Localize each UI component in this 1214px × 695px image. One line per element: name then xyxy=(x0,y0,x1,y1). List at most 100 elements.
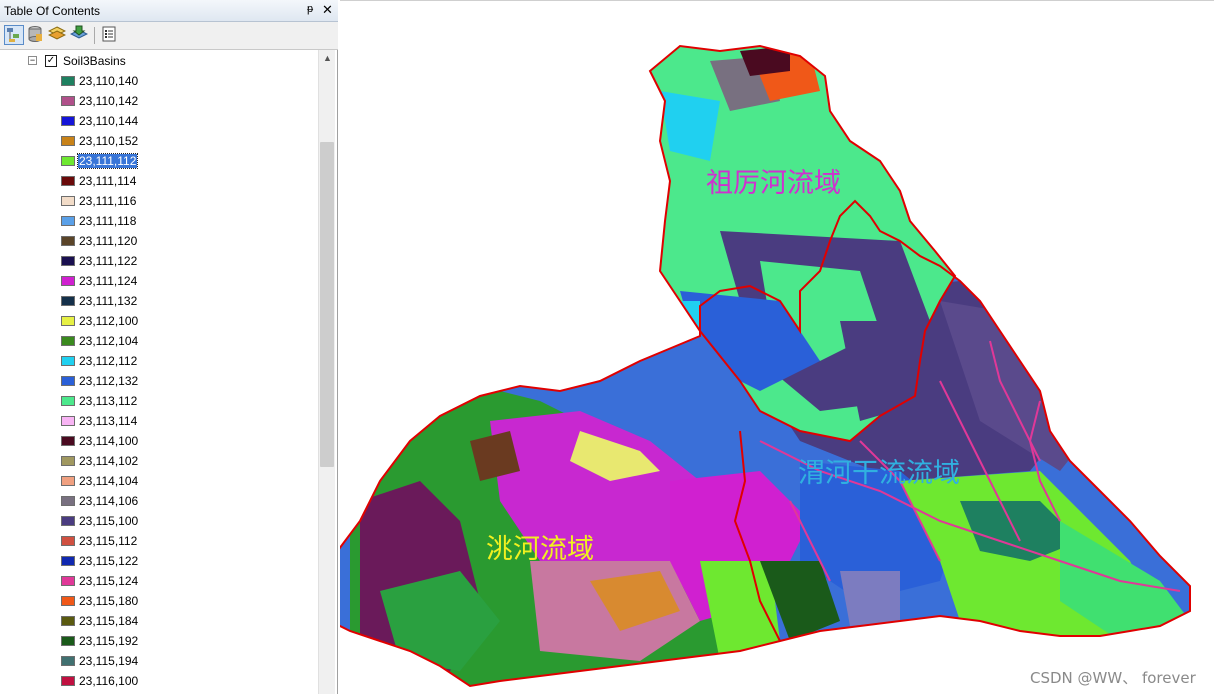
legend-item[interactable]: 23,115,100 xyxy=(0,511,318,531)
legend-swatch[interactable] xyxy=(61,376,75,386)
scroll-up-arrow-icon[interactable]: ▲ xyxy=(319,50,336,67)
legend-item[interactable]: 23,115,194 xyxy=(0,651,318,671)
legend-label[interactable]: 23,116,100 xyxy=(78,674,139,688)
legend-swatch[interactable] xyxy=(61,676,75,686)
legend-item[interactable]: 23,114,106 xyxy=(0,491,318,511)
legend-swatch[interactable] xyxy=(61,356,75,366)
layer-name[interactable]: Soil3Basins xyxy=(63,54,126,68)
legend-label[interactable]: 23,111,132 xyxy=(78,294,138,308)
legend-label[interactable]: 23,114,100 xyxy=(78,434,139,448)
legend-label[interactable]: 23,110,140 xyxy=(78,74,139,88)
scroll-thumb[interactable] xyxy=(320,142,334,467)
legend-label[interactable]: 23,110,152 xyxy=(78,134,139,148)
legend-item[interactable]: 23,112,100 xyxy=(0,311,318,331)
legend-item[interactable]: 23,111,118 xyxy=(0,211,318,231)
legend-label[interactable]: 23,111,118 xyxy=(78,214,137,228)
legend-item[interactable]: 23,115,184 xyxy=(0,611,318,631)
legend-swatch[interactable] xyxy=(61,516,75,526)
legend-item[interactable]: 23,113,112 xyxy=(0,391,318,411)
legend-swatch[interactable] xyxy=(61,276,75,286)
legend-label[interactable]: 23,114,106 xyxy=(78,494,139,508)
legend-swatch[interactable] xyxy=(61,456,75,466)
legend-item[interactable]: 23,116,100 xyxy=(0,671,318,691)
legend-label[interactable]: 23,115,112 xyxy=(78,534,138,548)
legend-label[interactable]: 23,114,102 xyxy=(78,454,139,468)
legend-swatch[interactable] xyxy=(61,536,75,546)
legend-swatch[interactable] xyxy=(61,616,75,626)
legend-label[interactable]: 23,113,112 xyxy=(78,394,138,408)
legend-item[interactable]: 23,110,152 xyxy=(0,131,318,151)
legend-swatch[interactable] xyxy=(61,496,75,506)
legend-label[interactable]: 23,111,116 xyxy=(78,194,137,208)
auto-hide-pin-icon[interactable]: ᵽ xyxy=(307,3,313,15)
legend-item[interactable]: 23,115,112 xyxy=(0,531,318,551)
legend-item[interactable]: 23,111,116 xyxy=(0,191,318,211)
legend-label[interactable]: 23,110,144 xyxy=(78,114,139,128)
legend-item[interactable]: 23,112,104 xyxy=(0,331,318,351)
legend-label[interactable]: 23,115,192 xyxy=(78,634,139,648)
list-by-drawing-order-button[interactable] xyxy=(4,25,24,45)
legend-label[interactable]: 23,115,122 xyxy=(78,554,139,568)
legend-item[interactable]: 23,110,144 xyxy=(0,111,318,131)
legend-item[interactable]: 23,110,142 xyxy=(0,91,318,111)
legend-swatch[interactable] xyxy=(61,556,75,566)
legend-swatch[interactable] xyxy=(61,76,75,86)
legend-swatch[interactable] xyxy=(61,116,75,126)
legend-item[interactable]: 23,110,140 xyxy=(0,71,318,91)
legend-label[interactable]: 23,111,122 xyxy=(78,254,138,268)
legend-swatch[interactable] xyxy=(61,476,75,486)
legend-item[interactable]: 23,113,114 xyxy=(0,411,318,431)
legend-swatch[interactable] xyxy=(61,256,75,266)
legend-item[interactable]: 23,114,104 xyxy=(0,471,318,491)
list-by-selection-button[interactable] xyxy=(69,25,90,45)
legend-swatch[interactable] xyxy=(61,636,75,646)
legend-swatch[interactable] xyxy=(61,196,75,206)
list-by-source-button[interactable] xyxy=(26,25,46,45)
layer-visibility-checkbox[interactable]: ✓ xyxy=(45,55,57,67)
legend-swatch[interactable] xyxy=(61,396,75,406)
legend-item[interactable]: 23,111,124 xyxy=(0,271,318,291)
list-by-visibility-button[interactable] xyxy=(47,25,68,45)
collapse-icon[interactable]: − xyxy=(28,56,37,65)
legend-swatch[interactable] xyxy=(61,236,75,246)
legend-label[interactable]: 23,110,142 xyxy=(78,94,139,108)
legend-label[interactable]: 23,115,100 xyxy=(78,514,139,528)
legend-item[interactable]: 23,112,112 xyxy=(0,351,318,371)
legend-swatch[interactable] xyxy=(61,416,75,426)
legend-label[interactable]: 23,111,114 xyxy=(78,174,137,188)
legend-swatch[interactable] xyxy=(61,576,75,586)
legend-item[interactable]: 23,111,132 xyxy=(0,291,318,311)
legend-label[interactable]: 23,112,132 xyxy=(78,374,139,388)
legend-swatch[interactable] xyxy=(61,176,75,186)
options-button[interactable] xyxy=(100,25,120,45)
legend-label[interactable]: 23,115,184 xyxy=(78,614,139,628)
legend-swatch[interactable] xyxy=(61,296,75,306)
legend-item[interactable]: 23,115,192 xyxy=(0,631,318,651)
legend-swatch[interactable] xyxy=(61,316,75,326)
legend-label[interactable]: 23,112,104 xyxy=(78,334,139,348)
legend-swatch[interactable] xyxy=(61,216,75,226)
legend-label[interactable]: 23,115,124 xyxy=(78,574,139,588)
legend-item[interactable]: 23,112,132 xyxy=(0,371,318,391)
close-icon[interactable]: ✕ xyxy=(322,2,333,18)
legend-label[interactable]: 23,114,104 xyxy=(78,474,139,488)
map-view[interactable]: 祖厉河流域 渭河干流流域 洮河流域 CSDN @WW、 forever xyxy=(340,0,1214,694)
legend-label[interactable]: 23,113,114 xyxy=(78,414,138,428)
legend-item[interactable]: 23,115,122 xyxy=(0,551,318,571)
legend-item[interactable]: 23,111,112 xyxy=(0,151,318,171)
legend-swatch[interactable] xyxy=(61,596,75,606)
legend-swatch[interactable] xyxy=(61,96,75,106)
legend-swatch[interactable] xyxy=(61,656,75,666)
legend-label[interactable]: 23,111,120 xyxy=(78,234,138,248)
legend-item[interactable]: 23,114,100 xyxy=(0,431,318,451)
legend-label[interactable]: 23,112,100 xyxy=(78,314,139,328)
legend-label[interactable]: 23,115,194 xyxy=(78,654,139,668)
legend-item[interactable]: 23,111,122 xyxy=(0,251,318,271)
legend-label[interactable]: 23,112,112 xyxy=(78,354,138,368)
legend-item[interactable]: 23,115,124 xyxy=(0,571,318,591)
legend-label[interactable]: 23,111,112 xyxy=(76,153,139,169)
legend-swatch[interactable] xyxy=(61,436,75,446)
legend-item[interactable]: 23,114,102 xyxy=(0,451,318,471)
legend-swatch[interactable] xyxy=(61,336,75,346)
legend-item[interactable]: 23,111,120 xyxy=(0,231,318,251)
